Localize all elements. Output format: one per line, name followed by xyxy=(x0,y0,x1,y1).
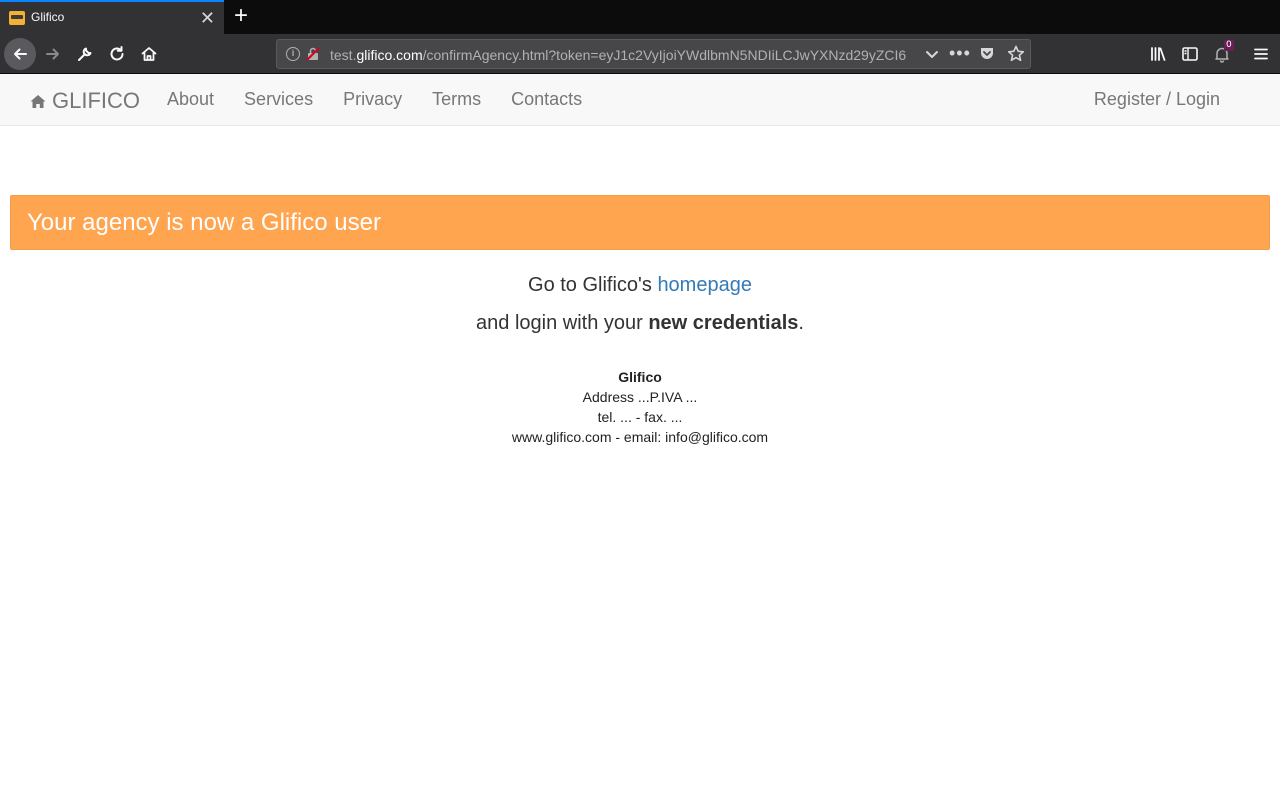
library-button[interactable] xyxy=(1143,39,1173,69)
footer-address: Address ...P.IVA ... xyxy=(582,389,698,405)
homepage-link[interactable]: homepage xyxy=(657,274,752,296)
register-login-link[interactable]: Register / Login xyxy=(1094,89,1220,110)
login-instruction: and login with your new credentials. xyxy=(0,312,1280,335)
url-text[interactable]: test.glifico.com/confirmAgency.html?toke… xyxy=(330,47,915,63)
forward-button[interactable] xyxy=(38,39,68,69)
reload-icon xyxy=(110,46,124,61)
site-nav-links: About Services Privacy Terms Contacts xyxy=(167,89,582,110)
glifico-favicon-icon xyxy=(9,11,25,25)
wrench-icon xyxy=(78,47,92,61)
reload-button[interactable] xyxy=(102,39,132,69)
page-actions-icon[interactable]: ••• xyxy=(949,42,971,64)
brand-link[interactable]: GLIFICO xyxy=(30,88,140,114)
new-tab-button[interactable]: + xyxy=(230,3,252,29)
home-icon xyxy=(141,47,157,61)
home-icon xyxy=(30,94,46,108)
home-button[interactable] xyxy=(134,39,164,69)
login-instruction-text: and login with your xyxy=(476,312,649,334)
alert-message: Your agency is now a Glifico user xyxy=(27,209,381,236)
bookmark-star-icon[interactable] xyxy=(1006,44,1026,64)
url-host: glifico.com xyxy=(356,47,423,63)
tab-title: Glifico xyxy=(31,10,65,24)
nav-link-contacts[interactable]: Contacts xyxy=(511,89,582,110)
site-navbar: GLIFICO About Services Privacy Terms Con… xyxy=(0,74,1280,126)
login-instruction-suffix: . xyxy=(798,312,804,334)
nav-link-terms[interactable]: Terms xyxy=(432,89,481,110)
arrow-right-icon xyxy=(46,48,59,60)
sidebar-button[interactable] xyxy=(1175,39,1205,69)
homepage-instruction: Go to Glifico's homepage xyxy=(0,274,1280,297)
pocket-icon[interactable] xyxy=(979,46,995,62)
success-alert: Your agency is now a Glifico user xyxy=(10,195,1270,250)
homepage-instruction-text: Go to Glifico's xyxy=(528,274,658,296)
footer-phone: tel. ... - fax. ... xyxy=(597,409,683,425)
site-info-icon[interactable]: i xyxy=(286,47,300,61)
notification-count-badge: 0 xyxy=(1224,40,1234,51)
sidebar-icon xyxy=(1182,47,1198,61)
url-bar[interactable]: i test.glifico.com/confirmAgency.html?to… xyxy=(276,39,1031,69)
back-button[interactable] xyxy=(4,38,36,70)
browser-tab[interactable]: Glifico ✕ xyxy=(0,0,224,34)
nav-link-about[interactable]: About xyxy=(167,89,214,110)
developer-tools-button[interactable] xyxy=(70,39,100,69)
nav-link-services[interactable]: Services xyxy=(244,89,313,110)
browser-toolbar: i test.glifico.com/confirmAgency.html?to… xyxy=(0,34,1280,74)
brand-name: GLIFICO xyxy=(52,88,141,113)
menu-button[interactable] xyxy=(1246,39,1276,69)
chevron-down-icon[interactable] xyxy=(923,45,941,63)
url-path: /confirmAgency.html?token=eyJ1c2VyIjoiYW… xyxy=(422,47,907,63)
new-credentials-text: new credentials xyxy=(648,312,799,334)
hamburger-menu-icon xyxy=(1254,48,1268,60)
url-prefix: test. xyxy=(330,47,357,63)
browser-tabbar: Glifico ✕ + xyxy=(0,0,1280,34)
notifications-button[interactable]: 0 xyxy=(1207,39,1237,69)
footer-contact: www.glifico.com - email: info@glifico.co… xyxy=(511,429,769,445)
page-footer: Glifico Address ...P.IVA ... tel. ... - … xyxy=(0,367,1280,447)
arrow-left-icon xyxy=(14,48,27,60)
insecure-lock-icon[interactable] xyxy=(306,47,320,61)
footer-company: Glifico xyxy=(618,369,662,385)
library-icon xyxy=(1151,47,1166,61)
nav-link-privacy[interactable]: Privacy xyxy=(343,89,402,110)
close-tab-icon[interactable]: ✕ xyxy=(200,8,215,28)
